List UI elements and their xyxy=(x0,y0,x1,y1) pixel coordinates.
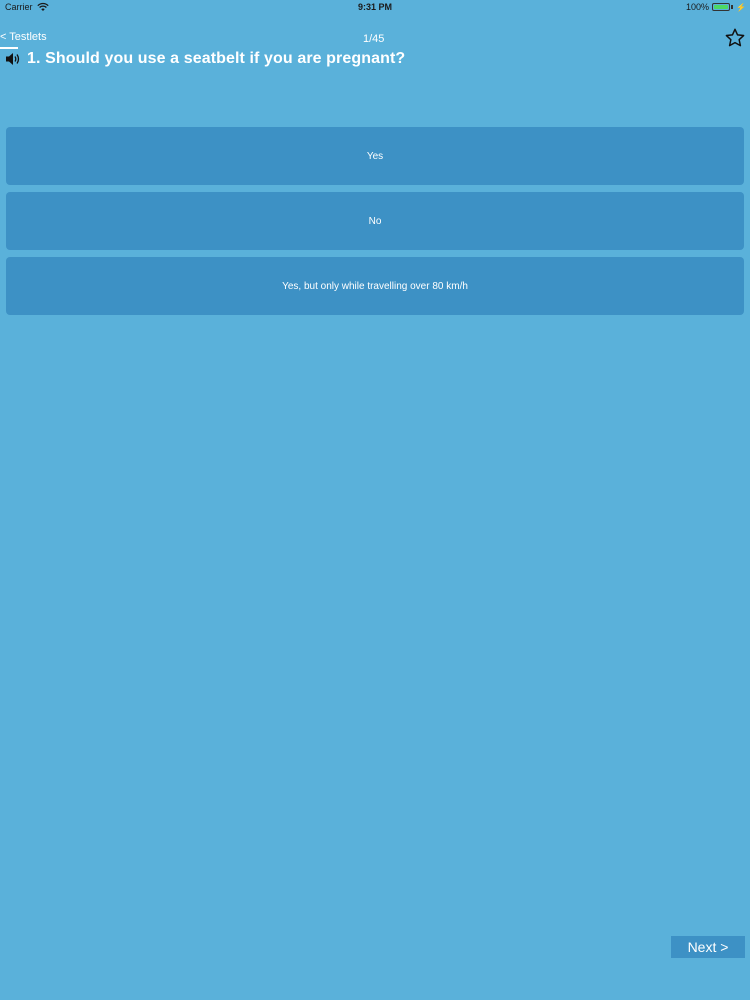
battery-percent: 100% xyxy=(686,2,710,12)
charging-bolt-icon: ⚡ xyxy=(736,2,746,12)
status-time: 9:31 PM xyxy=(357,2,392,12)
answer-option-yes-conditional[interactable]: Yes, but only while travelling over 80 k… xyxy=(6,257,744,315)
battery-icon xyxy=(712,3,731,11)
back-button-underline xyxy=(0,47,18,49)
status-bar: Carrier 9:31 PM 100% ⚡ xyxy=(0,0,750,16)
next-button[interactable]: Next > xyxy=(671,936,745,958)
status-battery: 100% ⚡ xyxy=(686,2,746,12)
question-row: 1. Should you use a seatbelt if you are … xyxy=(5,50,405,68)
battery-tip xyxy=(731,5,734,9)
answer-option-no[interactable]: No xyxy=(6,192,744,250)
answer-option-yes[interactable]: Yes xyxy=(6,127,744,185)
back-button[interactable]: < Testlets xyxy=(0,31,47,46)
question-counter: 1/45 xyxy=(363,33,385,45)
star-icon[interactable] xyxy=(724,27,746,49)
question-text: 1. Should you use a seatbelt if you are … xyxy=(27,50,406,67)
speaker-icon[interactable] xyxy=(5,51,21,67)
answer-list: Yes No Yes, but only while travelling ov… xyxy=(6,127,744,322)
